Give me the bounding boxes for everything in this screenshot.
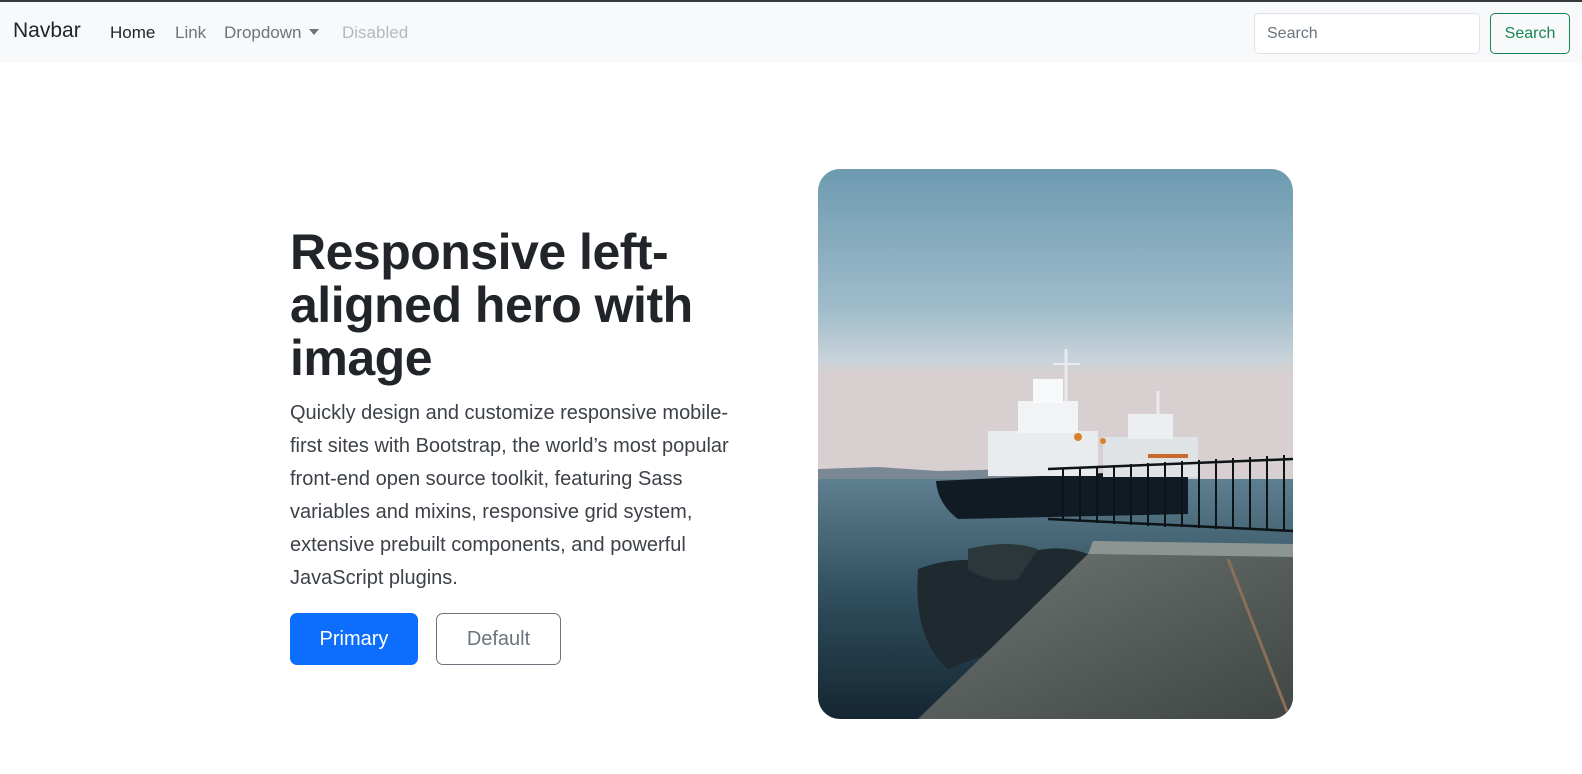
navbar: Navbar Home Link Dropdown Disabled Searc… — [0, 2, 1582, 63]
caret-down-icon — [308, 28, 319, 35]
nav-link-link[interactable]: Link — [175, 23, 206, 43]
default-button[interactable]: Default — [436, 613, 561, 665]
nav-dropdown-toggle[interactable]: Dropdown — [224, 23, 319, 43]
nav-dropdown-label: Dropdown — [224, 23, 302, 42]
search-button[interactable]: Search — [1490, 13, 1570, 54]
hero-title: Responsive left-aligned hero with image — [290, 224, 693, 386]
hero-lead-text: Quickly design and customize responsive … — [290, 402, 729, 589]
hero-image — [818, 169, 1293, 719]
nav-link-disabled: Disabled — [342, 23, 409, 42]
nav-link-home[interactable]: Home — [110, 23, 155, 43]
harbor-photo-icon — [818, 169, 1293, 719]
navbar-brand[interactable]: Navbar — [13, 19, 81, 43]
search-input[interactable] — [1254, 13, 1480, 54]
primary-button[interactable]: Primary — [290, 613, 418, 665]
